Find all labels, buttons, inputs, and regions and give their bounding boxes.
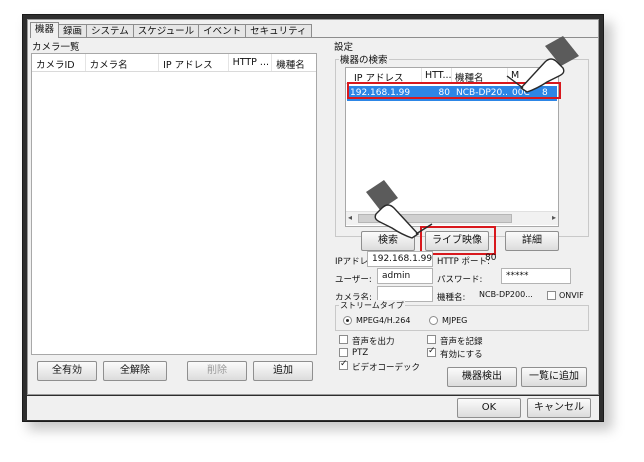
detail-button[interactable]: 詳細 xyxy=(505,231,559,251)
tab-device[interactable]: 機器 xyxy=(30,22,60,38)
camera-list[interactable]: カメラID カメラ名 IP アドレス HTTP ... 機種名 xyxy=(31,53,317,355)
ip-field[interactable]: 192.168.1.99 xyxy=(367,251,433,267)
audio-out-checkbox[interactable] xyxy=(339,335,348,344)
column-camera-id[interactable]: カメラID xyxy=(32,54,86,71)
http-port-field[interactable]: 80 xyxy=(481,251,519,267)
mjpeg-label: MJPEG xyxy=(442,316,468,325)
tab-recording[interactable]: 録画 xyxy=(58,24,88,38)
column-ip[interactable]: IP アドレス xyxy=(346,68,422,83)
ptz-label: PTZ xyxy=(352,348,369,358)
user-label: ユーザー: xyxy=(335,275,372,285)
tab-strip: 機器 録画 システム スケジュール イベント セキュリティ xyxy=(30,22,312,38)
tab-schedule[interactable]: スケジュール xyxy=(132,24,200,38)
video-codec-label: ビデオコーデック xyxy=(352,363,421,373)
password-label: パスワード: xyxy=(437,275,483,285)
enable-checkbox[interactable] xyxy=(427,346,436,357)
tab-security[interactable]: セキュリティ xyxy=(245,24,312,38)
column-ip-address[interactable]: IP アドレス xyxy=(159,54,229,71)
disable-all-button[interactable]: 全解除 xyxy=(103,361,167,381)
audio-rec-label: 音声を記録 xyxy=(440,337,483,347)
pointing-hand-icon xyxy=(506,36,579,93)
stream-type-title: ストリームタイプ xyxy=(339,300,405,311)
device-search-title: 機器の検索 xyxy=(339,52,389,66)
settings-title: 設定 xyxy=(333,39,355,53)
enable-label: 有効にする xyxy=(440,350,483,360)
model-label: 機種名: xyxy=(437,293,466,303)
model-value: NCB-DP200... xyxy=(479,290,533,299)
camera-list-header: カメラID カメラ名 IP アドレス HTTP ... 機種名 xyxy=(32,54,316,72)
user-field[interactable]: admin xyxy=(377,268,433,284)
mpeg4-label: MPEG4/H.264 xyxy=(356,316,411,325)
camera-list-title: カメラ一覧 xyxy=(31,39,81,53)
column-model[interactable]: 機種名 xyxy=(272,54,316,71)
video-codec-checkbox[interactable] xyxy=(339,359,348,370)
ok-button[interactable]: OK xyxy=(457,398,521,418)
add-to-list-button[interactable]: 一覧に追加 xyxy=(521,367,587,387)
onvif-label: ONVIF xyxy=(559,291,584,300)
column-http-port[interactable]: HTTP ... xyxy=(229,54,273,71)
column-model-name[interactable]: 機種名 xyxy=(452,68,508,83)
enable-all-button[interactable]: 全有効 xyxy=(37,361,97,381)
pointing-hand-icon-2 xyxy=(366,180,433,239)
column-camera-name[interactable]: カメラ名 xyxy=(86,54,160,71)
audio-rec-checkbox[interactable] xyxy=(427,335,436,344)
column-http[interactable]: HTT... xyxy=(422,68,452,83)
radio-mjpeg[interactable] xyxy=(429,316,438,325)
password-field[interactable]: ***** xyxy=(501,268,571,284)
cancel-button[interactable]: キャンセル xyxy=(527,398,591,418)
tab-event[interactable]: イベント xyxy=(198,24,247,38)
delete-button[interactable]: 削除 xyxy=(187,361,247,381)
dialog-footer: OK キャンセル xyxy=(27,396,599,420)
tab-system[interactable]: システム xyxy=(86,24,134,38)
ptz-checkbox[interactable] xyxy=(339,348,348,357)
detect-device-button[interactable]: 機器検出 xyxy=(447,367,517,387)
scroll-right-icon[interactable]: ▸ xyxy=(552,213,556,222)
audio-out-label: 音声を出力 xyxy=(352,337,395,347)
add-button[interactable]: 追加 xyxy=(253,361,313,381)
radio-mpeg4[interactable] xyxy=(343,316,352,325)
onvif-checkbox[interactable] xyxy=(547,291,556,300)
scroll-left-icon[interactable]: ◂ xyxy=(348,213,352,222)
